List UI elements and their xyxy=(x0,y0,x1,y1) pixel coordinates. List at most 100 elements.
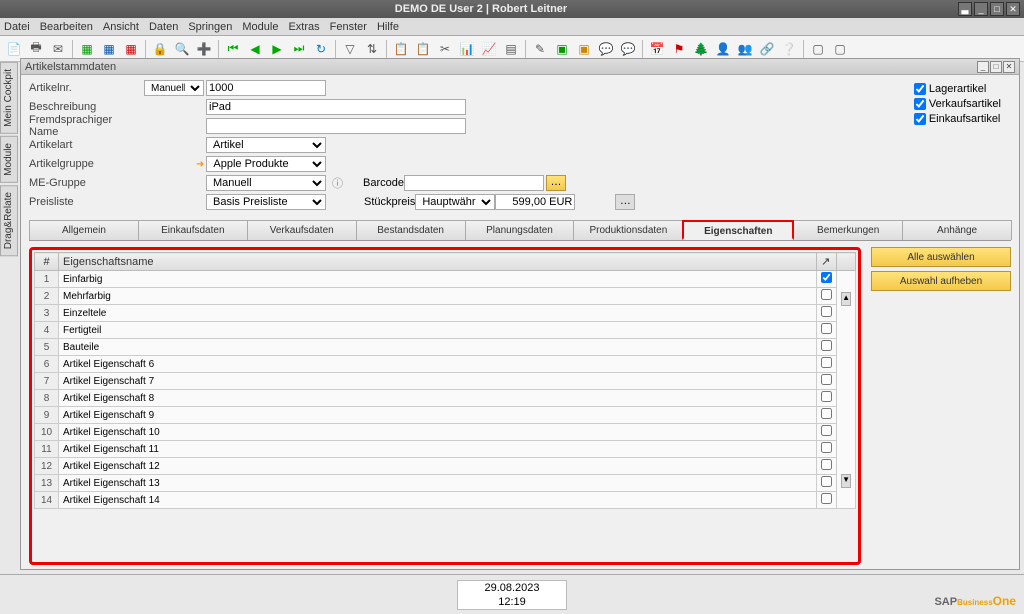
property-checkbox[interactable] xyxy=(821,374,832,385)
preisliste-select[interactable]: Basis Preisliste xyxy=(206,194,326,210)
form-close-button[interactable]: ✕ xyxy=(1003,61,1015,73)
tab-produktionsdaten[interactable]: Produktionsdaten xyxy=(573,220,683,240)
fremd-input[interactable] xyxy=(206,118,466,134)
property-row[interactable]: 2Mehrfarbig xyxy=(35,288,856,305)
menu-fenster[interactable]: Fenster xyxy=(330,21,367,33)
menu-module[interactable]: Module xyxy=(242,21,278,33)
tab-verkaufsdaten[interactable]: Verkaufsdaten xyxy=(247,220,357,240)
property-row[interactable]: 5Bauteile xyxy=(35,339,856,356)
scrollbar[interactable]: ▲▼ xyxy=(837,271,856,509)
property-checkbox[interactable] xyxy=(821,493,832,504)
property-checkbox[interactable] xyxy=(821,425,832,436)
lock-icon[interactable]: 🔒 xyxy=(150,39,170,59)
tab-einkaufsdaten[interactable]: Einkaufsdaten xyxy=(138,220,248,240)
last-icon[interactable]: ⏭ xyxy=(289,39,309,59)
barcode-browse-button[interactable]: … xyxy=(546,175,566,191)
chart-icon[interactable]: 📊 xyxy=(457,39,477,59)
property-row[interactable]: 14Artikel Eigenschaft 14 xyxy=(35,492,856,509)
artikelnr-input[interactable] xyxy=(206,80,326,96)
megruppe-select[interactable]: Manuell xyxy=(206,175,326,191)
calendar-icon[interactable]: 📅 xyxy=(647,39,667,59)
barcode-input[interactable] xyxy=(404,175,544,191)
property-checkbox[interactable] xyxy=(821,408,832,419)
artikelgruppe-select[interactable]: Apple Produkte xyxy=(206,156,326,172)
deselect-all-button[interactable]: Auswahl aufheben xyxy=(871,271,1011,291)
artikelnr-mode-select[interactable]: Manuell xyxy=(144,80,204,96)
window2-icon[interactable]: ▢ xyxy=(830,39,850,59)
property-checkbox[interactable] xyxy=(821,289,832,300)
find-icon[interactable]: 🔍 xyxy=(172,39,192,59)
property-row[interactable]: 9Artikel Eigenschaft 9 xyxy=(35,407,856,424)
mail-icon[interactable]: ✉ xyxy=(48,39,68,59)
users-icon[interactable]: 👥 xyxy=(735,39,755,59)
stueckpreis-input[interactable] xyxy=(495,194,575,210)
first-icon[interactable]: ⏮ xyxy=(223,39,243,59)
tab-bestandsdaten[interactable]: Bestandsdaten xyxy=(356,220,466,240)
property-checkbox[interactable] xyxy=(821,306,832,317)
copy-icon[interactable]: 📋 xyxy=(391,39,411,59)
property-row[interactable]: 8Artikel Eigenschaft 8 xyxy=(35,390,856,407)
property-checkbox[interactable] xyxy=(821,476,832,487)
sidetab-module[interactable]: Module xyxy=(0,136,18,183)
sort-icon[interactable]: ⇅ xyxy=(362,39,382,59)
menu-datei[interactable]: Datei xyxy=(4,21,30,33)
form2-icon[interactable]: ▣ xyxy=(574,39,594,59)
new-icon[interactable]: 📄 xyxy=(4,39,24,59)
menu-hilfe[interactable]: Hilfe xyxy=(377,21,399,33)
menu-ansicht[interactable]: Ansicht xyxy=(103,21,139,33)
help-icon[interactable]: ❔ xyxy=(779,39,799,59)
menu-daten[interactable]: Daten xyxy=(149,21,178,33)
form-max-button[interactable]: □ xyxy=(990,61,1002,73)
paste-icon[interactable]: 📋 xyxy=(413,39,433,59)
refresh-icon[interactable]: ↻ xyxy=(311,39,331,59)
property-row[interactable]: 12Artikel Eigenschaft 12 xyxy=(35,458,856,475)
property-row[interactable]: 13Artikel Eigenschaft 13 xyxy=(35,475,856,492)
alert-icon[interactable]: ⚑ xyxy=(669,39,689,59)
form-min-button[interactable]: _ xyxy=(977,61,989,73)
tab-anhänge[interactable]: Anhänge xyxy=(902,220,1012,240)
sidetab-cockpit[interactable]: Mein Cockpit xyxy=(0,62,18,134)
col-name[interactable]: Eigenschaftsname xyxy=(59,253,817,271)
minimize-button[interactable]: _ xyxy=(974,2,988,16)
menu-springen[interactable]: Springen xyxy=(188,21,232,33)
window-icon[interactable]: ▢ xyxy=(808,39,828,59)
property-checkbox[interactable] xyxy=(821,323,832,334)
property-row[interactable]: 1Einfarbig▲▼ xyxy=(35,271,856,288)
property-checkbox[interactable] xyxy=(821,391,832,402)
tab-bemerkungen[interactable]: Bemerkungen xyxy=(793,220,903,240)
tree-icon[interactable]: 🌲 xyxy=(691,39,711,59)
word-icon[interactable]: ▦ xyxy=(99,39,119,59)
layout-icon[interactable]: ▤ xyxy=(501,39,521,59)
maximize-button[interactable]: □ xyxy=(990,2,1004,16)
window-icon-1[interactable]: ▃ xyxy=(958,2,972,16)
tab-eigenschaften[interactable]: Eigenschaften xyxy=(682,220,794,240)
einkaufsartikel-checkbox[interactable] xyxy=(914,113,926,125)
sidetab-dragrelate[interactable]: Drag&Relate xyxy=(0,185,18,256)
property-row[interactable]: 7Artikel Eigenschaft 7 xyxy=(35,373,856,390)
property-checkbox[interactable] xyxy=(821,357,832,368)
prev-icon[interactable]: ◀ xyxy=(245,39,265,59)
property-row[interactable]: 4Fertigteil xyxy=(35,322,856,339)
property-row[interactable]: 11Artikel Eigenschaft 11 xyxy=(35,441,856,458)
link-arrow-icon[interactable]: ➜ xyxy=(196,159,204,170)
property-row[interactable]: 3Einzeltele xyxy=(35,305,856,322)
lagerartikel-checkbox[interactable] xyxy=(914,83,926,95)
tab-planungsdaten[interactable]: Planungsdaten xyxy=(465,220,575,240)
bubble-icon[interactable]: 💬 xyxy=(596,39,616,59)
info-icon[interactable]: ⓘ xyxy=(332,175,343,191)
property-row[interactable]: 6Artikel Eigenschaft 6 xyxy=(35,356,856,373)
excel-icon[interactable]: ▦ xyxy=(77,39,97,59)
artikelart-select[interactable]: Artikel xyxy=(206,137,326,153)
report-icon[interactable]: 📈 xyxy=(479,39,499,59)
next-icon[interactable]: ▶ xyxy=(267,39,287,59)
property-checkbox[interactable] xyxy=(821,272,832,283)
select-all-button[interactable]: Alle auswählen xyxy=(871,247,1011,267)
tab-allgemein[interactable]: Allgemein xyxy=(29,220,139,240)
pdf-icon[interactable]: ▦ xyxy=(121,39,141,59)
stueckpreis-curr-select[interactable]: Hauptwährung xyxy=(415,194,495,210)
bubble2-icon[interactable]: 💬 xyxy=(618,39,638,59)
property-checkbox[interactable] xyxy=(821,459,832,470)
link-icon[interactable]: 🔗 xyxy=(757,39,777,59)
add-icon[interactable]: ➕ xyxy=(194,39,214,59)
cut-icon[interactable]: ✂ xyxy=(435,39,455,59)
